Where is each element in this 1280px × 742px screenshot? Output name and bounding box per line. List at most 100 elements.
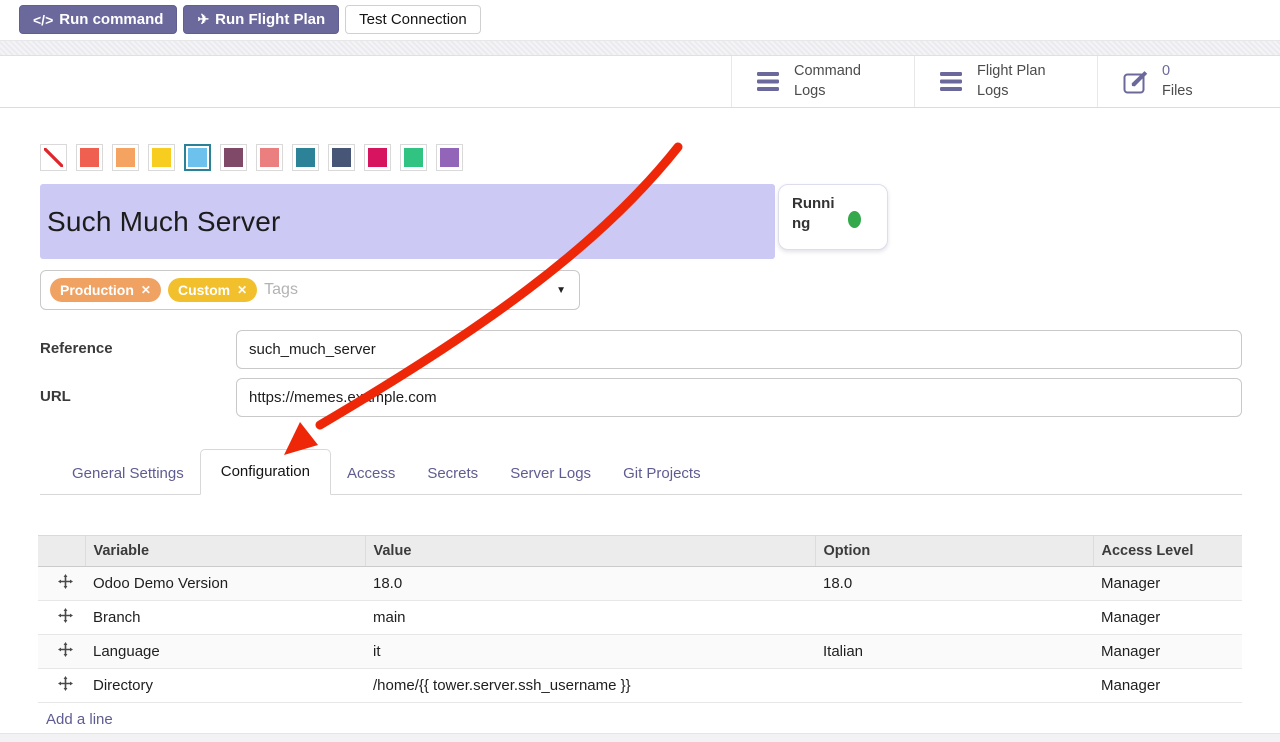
add-a-line-link[interactable]: Add a line: [46, 711, 113, 728]
color-fill: [440, 148, 459, 167]
cell-access_level[interactable]: Manager: [1093, 635, 1242, 669]
reference-row: Reference: [40, 330, 1242, 369]
column-header-access-level[interactable]: Access Level: [1093, 536, 1242, 567]
color-swatch-8[interactable]: [328, 144, 355, 171]
drag-move-icon: [58, 676, 73, 691]
color-swatch-9[interactable]: [364, 144, 391, 171]
tags-field[interactable]: Production ✕ Custom ✕ Tags ▼: [40, 270, 580, 310]
tab-access[interactable]: Access: [331, 455, 411, 494]
color-swatch-6[interactable]: [256, 144, 283, 171]
command-logs-label: Command Logs: [794, 62, 861, 101]
color-swatch-5[interactable]: [220, 144, 247, 171]
color-fill: [332, 148, 351, 167]
status-label: Running: [792, 194, 842, 249]
status-dot-icon: [848, 211, 861, 228]
url-input[interactable]: [236, 378, 1242, 417]
cell-value[interactable]: main: [365, 601, 815, 635]
cell-variable[interactable]: Branch: [85, 601, 365, 635]
tags-placeholder: Tags: [264, 281, 298, 299]
color-fill: [296, 148, 315, 167]
no-color-icon: [44, 148, 63, 167]
cell-variable[interactable]: Language: [85, 635, 365, 669]
cell-option[interactable]: [815, 669, 1093, 703]
cell-access_level[interactable]: Manager: [1093, 567, 1242, 601]
test-connection-label: Test Connection: [359, 11, 467, 28]
flight-plan-logs-label: Flight Plan Logs: [977, 62, 1046, 101]
reference-input[interactable]: [236, 330, 1242, 369]
cell-option[interactable]: [815, 601, 1093, 635]
server-name-field[interactable]: Such Much Server: [40, 184, 775, 259]
files-count: 0: [1162, 62, 1193, 82]
column-header-value[interactable]: Value: [365, 536, 815, 567]
bars-icon: [757, 72, 781, 91]
row-drag-handle[interactable]: [38, 669, 85, 703]
tab-git-projects[interactable]: Git Projects: [607, 455, 717, 494]
cell-access_level[interactable]: Manager: [1093, 669, 1242, 703]
cell-value[interactable]: 18.0: [365, 567, 815, 601]
run-command-label: Run command: [59, 11, 163, 28]
color-swatch-2[interactable]: [112, 144, 139, 171]
color-fill: [260, 148, 279, 167]
remove-tag-icon[interactable]: ✕: [237, 283, 247, 297]
cell-value[interactable]: it: [365, 635, 815, 669]
add-line-row: Add a line: [38, 703, 1242, 737]
status-button[interactable]: Running: [778, 184, 888, 250]
tab-configuration[interactable]: Configuration: [200, 449, 331, 495]
cell-variable[interactable]: Odoo Demo Version: [85, 567, 365, 601]
bars-icon: [940, 72, 964, 91]
cell-access_level[interactable]: Manager: [1093, 601, 1242, 635]
action-bar: </> Run command ✈ Run Flight Plan Test C…: [0, 0, 1280, 40]
plane-icon: ✈: [197, 11, 209, 28]
color-picker: [40, 144, 1242, 171]
decorative-band: [0, 40, 1280, 56]
tag-label: Custom: [178, 282, 230, 298]
files-button[interactable]: 0 Files: [1097, 56, 1280, 107]
row-drag-handle[interactable]: [38, 567, 85, 601]
color-swatch-0[interactable]: [40, 144, 67, 171]
row-drag-handle[interactable]: [38, 601, 85, 635]
color-fill: [368, 148, 387, 167]
tab-general-settings[interactable]: General Settings: [56, 455, 200, 494]
color-fill: [224, 148, 243, 167]
run-command-button[interactable]: </> Run command: [19, 5, 177, 34]
reference-label: Reference: [40, 330, 236, 369]
cell-option[interactable]: 18.0: [815, 567, 1093, 601]
color-fill: [116, 148, 135, 167]
title-row: Such Much Server Running: [40, 184, 1242, 259]
color-swatch-10[interactable]: [400, 144, 427, 171]
tab-server-logs[interactable]: Server Logs: [494, 455, 607, 494]
chevron-down-icon[interactable]: ▼: [556, 285, 566, 296]
url-label: URL: [40, 378, 236, 417]
footer-strip: [0, 733, 1280, 742]
cell-variable[interactable]: Directory: [85, 669, 365, 703]
cell-value[interactable]: /home/{{ tower.server.ssh_username }}: [365, 669, 815, 703]
tag-custom[interactable]: Custom ✕: [168, 278, 257, 302]
color-swatch-1[interactable]: [76, 144, 103, 171]
files-label: 0 Files: [1162, 62, 1193, 101]
notebook-tabs: General SettingsConfigurationAccessSecre…: [40, 449, 1242, 495]
flight-plan-logs-button[interactable]: Flight Plan Logs: [914, 56, 1097, 107]
color-swatch-11[interactable]: [436, 144, 463, 171]
row-drag-handle[interactable]: [38, 635, 85, 669]
command-logs-button[interactable]: Command Logs: [731, 56, 914, 107]
column-header-variable[interactable]: Variable: [85, 536, 365, 567]
run-flight-plan-button[interactable]: ✈ Run Flight Plan: [183, 5, 339, 34]
tag-label: Production: [60, 282, 134, 298]
color-fill: [404, 148, 423, 167]
color-swatch-4[interactable]: [184, 144, 211, 171]
color-fill: [80, 148, 99, 167]
cell-option[interactable]: Italian: [815, 635, 1093, 669]
fields-group: Reference URL: [40, 330, 1242, 417]
color-swatch-3[interactable]: [148, 144, 175, 171]
table-row: LanguageitItalianManager: [38, 635, 1242, 669]
code-icon: </>: [33, 12, 53, 28]
table-header-row: VariableValueOptionAccess Level: [38, 536, 1242, 567]
column-header-option[interactable]: Option: [815, 536, 1093, 567]
table-row: Branchmain Manager: [38, 601, 1242, 635]
color-swatch-7[interactable]: [292, 144, 319, 171]
remove-tag-icon[interactable]: ✕: [141, 283, 151, 297]
url-row: URL: [40, 378, 1242, 417]
tab-secrets[interactable]: Secrets: [411, 455, 494, 494]
test-connection-button[interactable]: Test Connection: [345, 5, 481, 34]
tag-production[interactable]: Production ✕: [50, 278, 161, 302]
